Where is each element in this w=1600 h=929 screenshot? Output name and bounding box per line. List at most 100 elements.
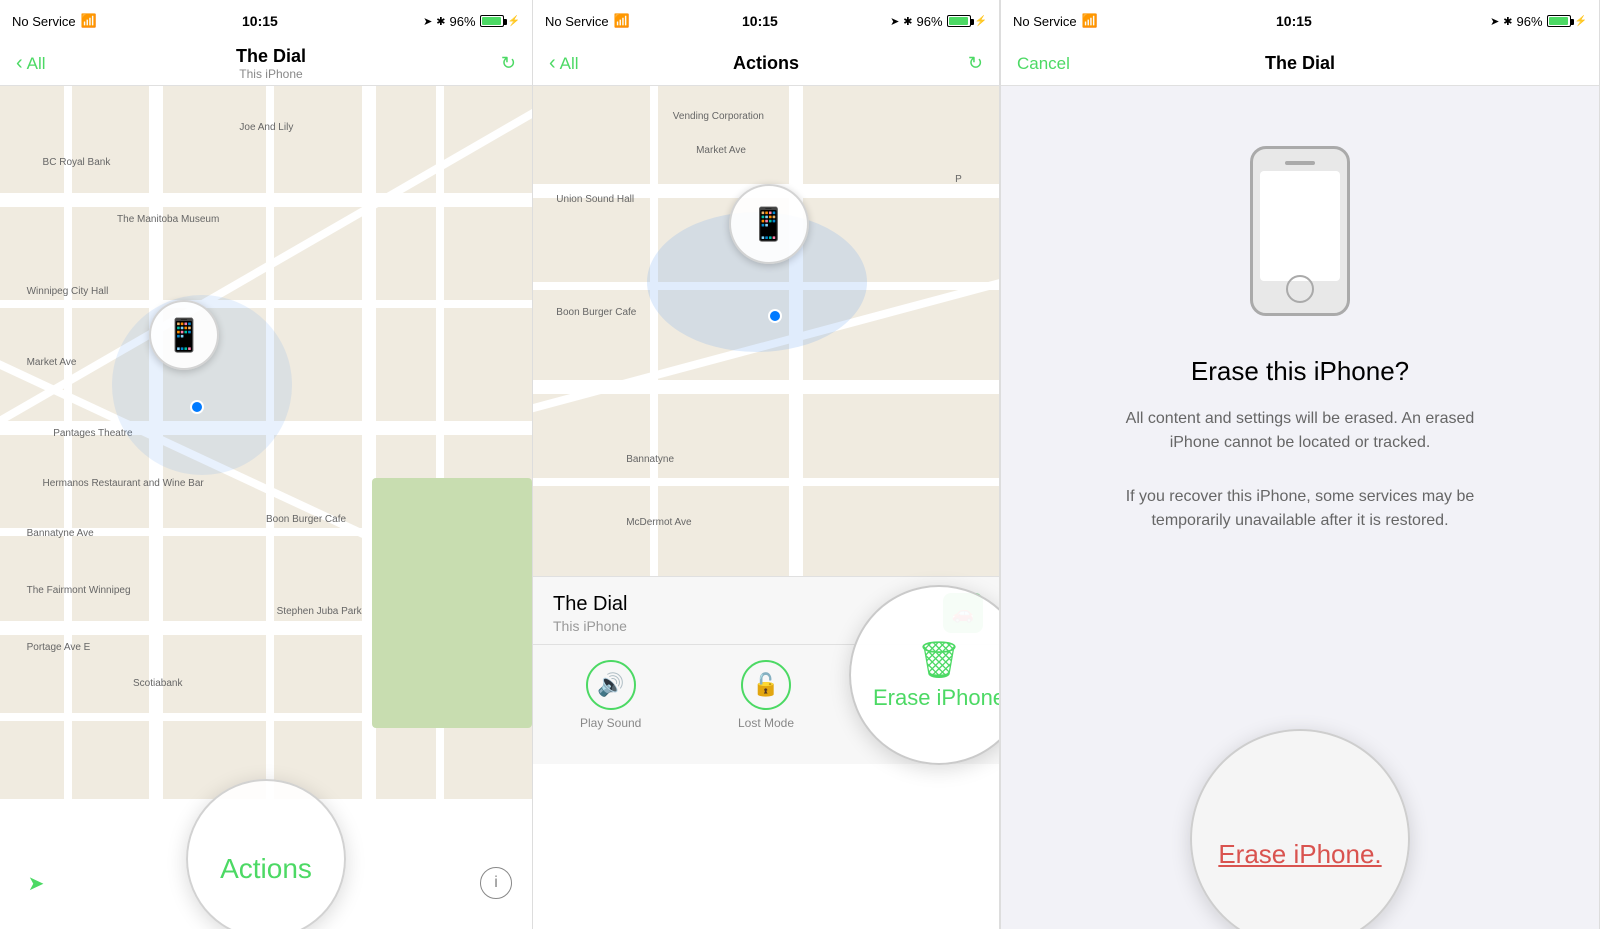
status-left-3: No Service 📶 <box>1013 13 1098 29</box>
back-button-2[interactable]: ‹ All <box>549 52 619 75</box>
location-icon-3: ➤ <box>1490 15 1499 28</box>
location-icon-2: ➤ <box>890 15 899 28</box>
bluetooth-icon-1: ✱ <box>436 15 445 28</box>
status-bar-1: No Service 📶 10:15 ➤ ✱ 96% ⚡ <box>0 0 532 42</box>
location-icon-1: ➤ <box>423 15 432 28</box>
time-2: 10:15 <box>742 13 778 29</box>
action-buttons-row-2: 🔊 Play Sound 🔓 Lost Mode 🗑 Erase iPhone … <box>533 644 999 764</box>
nav-bar-3: Cancel The Dial <box>1001 42 1599 86</box>
map-label-bc: BC Royal Bank <box>43 157 111 168</box>
battery-bar-1 <box>480 15 504 27</box>
erase-confirm-circle-3[interactable]: Erase iPhone. <box>1190 729 1410 929</box>
erase-description2-3: If you recover this iPhone, some service… <box>1120 485 1480 533</box>
map-label-joe: Joe And Lily <box>239 122 293 133</box>
bolt-icon-1: ⚡ <box>508 16 520 27</box>
no-service-label-2: No Service <box>545 14 609 29</box>
map-label-pantages: Pantages Theatre <box>53 428 132 439</box>
time-3: 10:15 <box>1276 13 1312 29</box>
p2-label-parking: P <box>955 174 962 185</box>
info-button-1[interactable]: i <box>480 867 512 899</box>
map-bg-2: Vending Corporation Market Ave Union Sou… <box>533 86 999 576</box>
phone-illustration-3 <box>1250 146 1350 316</box>
status-right-3: ➤ ✱ 96% ⚡ <box>1490 14 1587 29</box>
map-label-portage: Portage Ave E <box>27 642 91 653</box>
play-sound-icon-2: 🔊 <box>586 660 636 710</box>
wifi-icon-1: 📶 <box>81 13 97 29</box>
nav-bar-1: ‹ All The Dial This iPhone ↻ <box>0 42 532 86</box>
panel-3: No Service 📶 10:15 ➤ ✱ 96% ⚡ Cancel The … <box>1000 0 1600 929</box>
map-label-manitoba: The Manitoba Museum <box>117 214 219 225</box>
actions-label-1: Actions <box>220 853 312 885</box>
status-bar-3: No Service 📶 10:15 ➤ ✱ 96% ⚡ <box>1001 0 1599 42</box>
nav-title-1: The Dial <box>236 46 306 67</box>
play-sound-button-2[interactable]: 🔊 Play Sound <box>533 655 688 730</box>
nav-subtitle-1: This iPhone <box>239 67 302 81</box>
device-pin-2: 📱 <box>729 184 809 264</box>
nav-title-group-1: The Dial This iPhone <box>236 46 306 81</box>
phone-screen-3 <box>1260 171 1340 281</box>
map-label-bannatyne: Bannatyne Ave <box>27 528 94 539</box>
erase-description1-3: All content and settings will be erased.… <box>1120 407 1480 455</box>
cancel-button-3[interactable]: Cancel <box>1017 54 1070 73</box>
nav-title-3: The Dial <box>1265 53 1335 74</box>
erase-magnified-icon-2: 🗑 <box>916 639 962 681</box>
back-label-2: All <box>560 54 579 74</box>
user-dot-1 <box>190 400 204 414</box>
panel-2: No Service 📶 10:15 ➤ ✱ 96% ⚡ ‹ All Actio… <box>533 0 1000 929</box>
device-pin-1: 📱 <box>149 300 219 370</box>
lost-mode-icon-2: 🔓 <box>741 660 791 710</box>
lost-mode-label-2: Lost Mode <box>738 716 794 730</box>
erase-title-3: Erase this iPhone? <box>1191 356 1409 387</box>
battery-bar-3 <box>1547 15 1571 27</box>
play-sound-label-2: Play Sound <box>580 716 641 730</box>
location-button-1[interactable]: ➤ <box>20 867 52 899</box>
nav-title-2: Actions <box>733 53 799 74</box>
nav-bar-2: ‹ All Actions ↻ <box>533 42 999 86</box>
p2-label-union: Union Sound Hall <box>556 194 634 205</box>
wifi-icon-2: 📶 <box>614 13 630 29</box>
map-bg-1: Joe And Lily BC Royal Bank The Manitoba … <box>0 86 532 799</box>
device-name-2: The Dial <box>553 593 627 615</box>
battery-bar-2 <box>947 15 971 27</box>
bluetooth-icon-2: ✱ <box>903 15 912 28</box>
time-1: 10:15 <box>242 13 278 29</box>
lost-mode-button-2[interactable]: 🔓 Lost Mode <box>688 655 843 730</box>
p2-label-market: Market Ave <box>696 145 746 156</box>
battery-pct-3: 96% <box>1517 14 1543 29</box>
road-v1 <box>64 86 72 799</box>
refresh-button-1[interactable]: ↻ <box>501 53 516 74</box>
bolt-icon-3: ⚡ <box>1575 16 1587 27</box>
p2-road-v1 <box>650 86 658 576</box>
map-area-1[interactable]: Joe And Lily BC Royal Bank The Manitoba … <box>0 86 532 799</box>
p2-label-mcdermot: McDermot Ave <box>626 517 691 528</box>
erase-confirm-label-3: Erase iPhone. <box>1218 839 1381 870</box>
bottom-bar-1: ➤ Actions i <box>0 799 532 929</box>
status-left-2: No Service 📶 <box>545 13 630 29</box>
map-label-scotiabank: Scotiabank <box>133 678 182 689</box>
bolt-icon-2: ⚡ <box>975 16 987 27</box>
back-button-1[interactable]: ‹ All <box>16 52 86 75</box>
refresh-button-2[interactable]: ↻ <box>968 53 983 74</box>
bluetooth-icon-3: ✱ <box>1503 15 1512 28</box>
back-chevron-1: ‹ <box>16 52 23 75</box>
nav-right-1: ↻ <box>456 53 516 74</box>
erase-magnified-label-2: Erase iPhone <box>873 685 1000 711</box>
device-icon-1: 📱 <box>164 316 204 354</box>
status-right-2: ➤ ✱ 96% ⚡ <box>890 14 987 29</box>
map-label-fairmount: The Fairmont Winnipeg <box>27 585 131 596</box>
back-label-1: All <box>27 54 46 74</box>
panel-1: No Service 📶 10:15 ➤ ✱ 96% ⚡ ‹ All The D… <box>0 0 533 929</box>
map-label-hermanos: Hermanos Restaurant and Wine Bar <box>43 478 204 489</box>
map-area-2[interactable]: Vending Corporation Market Ave Union Sou… <box>533 86 999 576</box>
back-chevron-2: ‹ <box>549 52 556 75</box>
park-1 <box>372 478 532 728</box>
device-icon-2: 📱 <box>749 205 789 243</box>
p2-label-bannatyne: Bannatyne <box>626 454 674 465</box>
info-icon-1: i <box>494 874 498 892</box>
map-label-boon: Boon Burger Cafe <box>266 514 346 525</box>
status-left-1: No Service 📶 <box>12 13 97 29</box>
no-service-label-3: No Service <box>1013 14 1077 29</box>
actions-circle-button-1[interactable]: Actions <box>186 779 346 929</box>
status-right-1: ➤ ✱ 96% ⚡ <box>423 14 520 29</box>
p2-label-vending: Vending Corporation <box>673 111 764 122</box>
